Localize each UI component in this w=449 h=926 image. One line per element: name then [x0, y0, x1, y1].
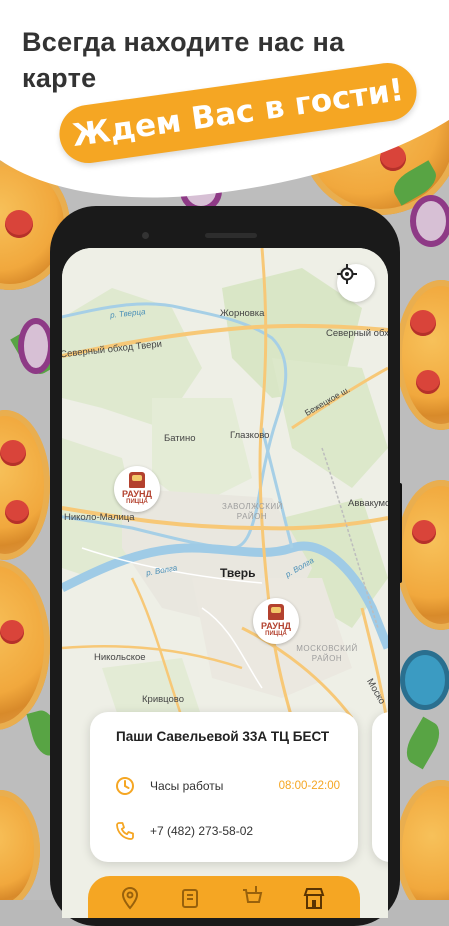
- basil-leaf: [400, 716, 446, 770]
- map-label-zhornovka: Жорновка: [220, 308, 265, 319]
- map-label-nikolo-malitsa: Николо-Малица: [64, 512, 135, 523]
- pizza-illustration: [396, 480, 449, 630]
- opening-hours-value: 08:00-22:00: [278, 780, 340, 792]
- marker-brand-name: РАУНД: [261, 621, 291, 631]
- orders-icon[interactable]: [178, 886, 202, 910]
- bottom-navigation-bar: [88, 876, 360, 918]
- cart-icon[interactable]: [240, 886, 264, 910]
- opening-hours-label: Часы работы: [150, 779, 224, 793]
- location-address: Паши Савельевой 33А ТЦ БЕСТ: [116, 729, 330, 744]
- phone-row[interactable]: +7 (482) 273-58-02: [114, 820, 340, 842]
- map-label-glazkovo: Глазково: [230, 430, 270, 441]
- olive-slice: [400, 650, 449, 710]
- map-label-avvakumovo: Аввакумо: [348, 498, 388, 509]
- locate-icon: [337, 264, 357, 284]
- pizza-illustration: [0, 560, 50, 730]
- marker-brand-sub: ПИЦЦА: [265, 631, 287, 637]
- map-label-zavolzhsky-district: ЗАВОЛЖСКИЙ РАЙОН: [222, 502, 283, 521]
- map-label-nikolskoe: Никольское: [94, 652, 146, 663]
- location-pin-icon[interactable]: [118, 886, 142, 910]
- opening-hours-row: Часы работы 08:00-22:00: [114, 775, 340, 797]
- pizza-illustration: [0, 790, 40, 900]
- clock-icon: [114, 775, 136, 797]
- round-pizza-logo-icon: [129, 472, 145, 488]
- locate-me-button[interactable]: [337, 264, 375, 302]
- app-screen: Жорновка р. Тверца Северный обход Твери …: [62, 248, 388, 918]
- map-label-batino: Батино: [164, 433, 196, 444]
- pizzeria-map-marker[interactable]: РАУНД ПИЦЦА: [253, 598, 299, 644]
- location-card[interactable]: Паши Савельевой 33А ТЦ БЕСТ Часы работы …: [90, 712, 358, 862]
- next-location-card[interactable]: [372, 712, 388, 862]
- marker-brand-name: РАУНД: [122, 489, 152, 499]
- marker-brand-sub: ПИЦЦА: [126, 499, 148, 505]
- onion-slice: [18, 318, 54, 374]
- map-label-moskovsky-district: МОСКОВСКИЙ РАЙОН: [296, 644, 358, 663]
- pizza-illustration: [396, 780, 449, 900]
- map-label-krivtsovo: Кривцово: [142, 694, 185, 705]
- phone-icon: [114, 820, 136, 842]
- phone-camera: [142, 232, 149, 239]
- round-pizza-logo-icon: [268, 604, 284, 620]
- store-icon[interactable]: [302, 886, 326, 910]
- pizza-illustration: [396, 280, 449, 430]
- phone-speaker: [205, 233, 257, 238]
- onion-slice: [410, 195, 449, 247]
- map-label-north-bypass-right: Северный обх: [326, 328, 388, 339]
- phone-mockup: Жорновка р. Тверца Северный обход Твери …: [50, 206, 400, 926]
- pizzeria-map-marker[interactable]: РАУНД ПИЦЦА: [114, 466, 160, 512]
- pizza-illustration: [0, 410, 50, 560]
- map-label-tver: Тверь: [220, 566, 256, 580]
- phone-number[interactable]: +7 (482) 273-58-02: [150, 824, 253, 838]
